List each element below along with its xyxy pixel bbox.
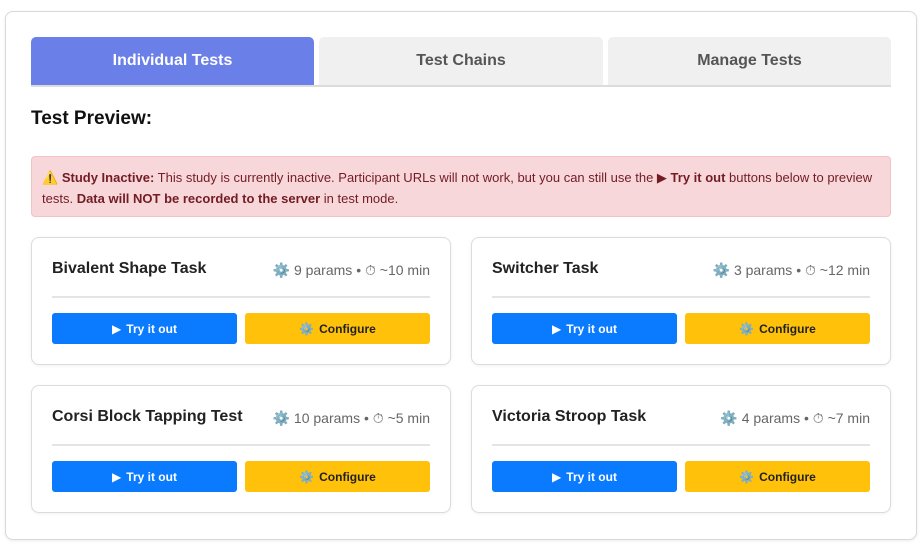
duration: ~12 min: [819, 262, 870, 278]
try-it-out-button[interactable]: ▶ Try it out: [492, 313, 677, 344]
timer-icon: ⏱: [804, 262, 816, 278]
try-label: Try it out: [126, 321, 177, 336]
tab-test-chains[interactable]: Test Chains: [319, 37, 603, 85]
gear-icon: ⚙️: [720, 410, 738, 426]
configure-label: Configure: [319, 321, 376, 336]
gear-icon: ⚙️: [272, 410, 291, 426]
tab-individual-tests[interactable]: Individual Tests: [31, 37, 314, 85]
try-label: Try it out: [566, 321, 617, 336]
param-count: 3 params: [733, 262, 793, 278]
test-card-corsi-block: Corsi Block Tapping Test ⚙️ 10 params • …: [31, 385, 451, 513]
test-title: Switcher Task: [492, 260, 599, 277]
configure-button[interactable]: ⚙️ Configure: [685, 313, 870, 344]
play-icon: ▶: [552, 321, 562, 336]
try-it-out-button[interactable]: ▶ Try it out: [52, 313, 237, 344]
param-count: 4 params: [741, 410, 801, 426]
tab-underline: [31, 85, 891, 87]
timer-icon: ⏱: [372, 410, 384, 426]
play-icon: ▶: [112, 469, 122, 484]
card-divider: [52, 444, 430, 446]
play-icon: ▶: [112, 321, 122, 336]
tab-bar: Individual Tests Test Chains Manage Test…: [31, 37, 891, 87]
configure-button[interactable]: ⚙️ Configure: [245, 461, 430, 492]
duration: ~10 min: [379, 262, 430, 278]
try-it-out-button[interactable]: ▶ Try it out: [52, 461, 237, 492]
test-meta: ⚙️ 4 params • ⏱ ~7 min: [720, 410, 870, 427]
configure-button[interactable]: ⚙️ Configure: [685, 461, 870, 492]
test-title: Victoria Stroop Task: [492, 408, 647, 425]
try-label: Try it out: [126, 469, 177, 484]
test-preview-title: Test Preview:: [31, 108, 153, 129]
test-meta: ⚙️ 3 params • ⏱ ~12 min: [713, 262, 870, 279]
separator-dot: •: [796, 262, 802, 278]
configure-button[interactable]: ⚙️ Configure: [245, 313, 430, 344]
configure-label: Configure: [759, 321, 816, 336]
duration: ~7 min: [827, 410, 870, 426]
separator-dot: •: [803, 410, 809, 426]
param-count: 10 params: [293, 410, 361, 426]
test-title: Corsi Block Tapping Test: [52, 408, 243, 425]
gear-icon: ⚙️: [739, 321, 755, 336]
gear-icon: ⚙️: [272, 262, 291, 278]
alert-heading: Study Inactive:: [61, 170, 155, 185]
tab-manage-tests[interactable]: Manage Tests: [608, 37, 891, 85]
card-divider: [492, 444, 870, 446]
separator-dot: •: [363, 410, 369, 426]
timer-icon: ⏱: [364, 262, 376, 278]
test-title: Bivalent Shape Task: [52, 260, 207, 277]
study-inactive-alert: ⚠️ Study Inactive: This study is current…: [31, 156, 891, 217]
test-card-switcher: Switcher Task ⚙️ 3 params • ⏱ ~12 min ▶ T…: [471, 237, 891, 365]
warning-icon: ⚠️: [42, 170, 59, 185]
test-card-victoria-stroop: Victoria Stroop Task ⚙️ 4 params • ⏱ ~7 …: [471, 385, 891, 513]
test-card-bivalent-shape: Bivalent Shape Task ⚙️ 9 params • ⏱ ~10 …: [31, 237, 451, 365]
timer-icon: ⏱: [812, 410, 824, 426]
alert-data-warning: Data will NOT be recorded to the server: [76, 191, 321, 206]
separator-dot: •: [356, 262, 362, 278]
configure-label: Configure: [759, 469, 816, 484]
gear-icon: ⚙️: [712, 262, 731, 278]
alert-try-reference: ▶ Try it out: [656, 170, 726, 185]
play-icon: ▶: [552, 469, 562, 484]
card-divider: [52, 296, 430, 298]
test-meta: ⚙️ 10 params • ⏱ ~5 min: [273, 410, 430, 427]
gear-icon: ⚙️: [299, 469, 315, 484]
alert-text: This study is currently inactive. Partic…: [154, 170, 657, 185]
duration: ~5 min: [387, 410, 430, 426]
gear-icon: ⚙️: [299, 321, 315, 336]
alert-text: in test mode.: [320, 191, 399, 206]
tests-panel: Individual Tests Test Chains Manage Test…: [5, 11, 917, 540]
configure-label: Configure: [319, 469, 376, 484]
test-meta: ⚙️ 9 params • ⏱ ~10 min: [273, 262, 430, 279]
gear-icon: ⚙️: [739, 469, 755, 484]
try-it-out-button[interactable]: ▶ Try it out: [492, 461, 677, 492]
try-label: Try it out: [566, 469, 617, 484]
param-count: 9 params: [293, 262, 353, 278]
card-divider: [492, 296, 870, 298]
